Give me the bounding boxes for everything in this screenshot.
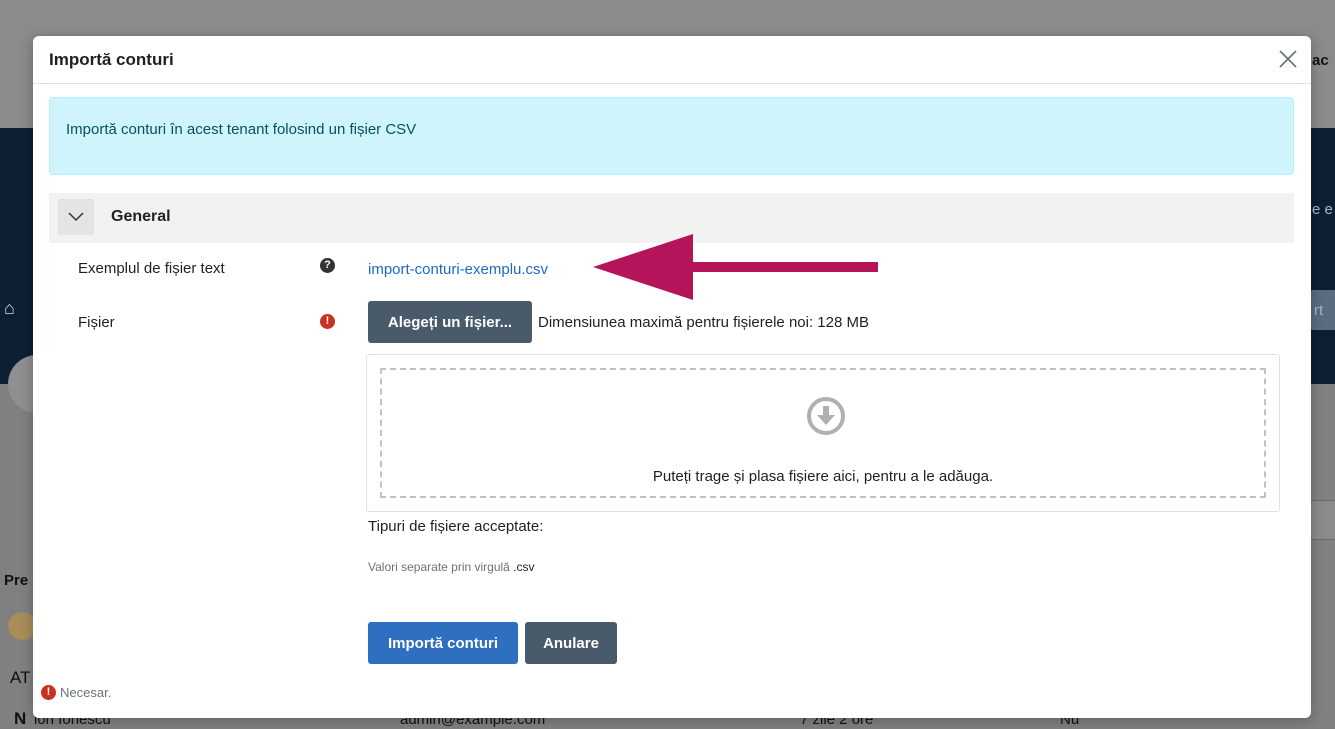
info-alert: Importă conturi în acest tenant folosind… <box>49 97 1294 175</box>
background-row-initials: AT <box>10 668 31 687</box>
sample-file-link[interactable]: import-conturi-exemplu.csv <box>368 261 548 278</box>
import-accounts-modal: Importă conturi Importă conturi în acest… <box>33 36 1311 718</box>
question-circle-icon[interactable]: ? <box>320 258 335 273</box>
background-list-label: Pre <box>4 572 29 589</box>
dropzone-text: Puteți trage și plasa fișiere aici, pent… <box>652 468 994 485</box>
download-circle-icon <box>807 397 845 435</box>
close-button[interactable] <box>1275 46 1301 72</box>
section-title: General <box>111 208 171 225</box>
file-dropzone[interactable]: Puteți trage și plasa fișiere aici, pent… <box>366 354 1280 512</box>
choose-file-button[interactable]: Alegeți un fișier... <box>368 301 532 343</box>
cancel-button[interactable]: Anulare <box>525 622 617 664</box>
background-button: rt <box>1310 290 1335 330</box>
required-note-text: Necesar. <box>60 685 112 700</box>
background-button-text: rt <box>1314 302 1324 319</box>
arrow-left-icon <box>593 234 878 300</box>
sample-file-label: Exemplul de fișier text <box>78 260 225 277</box>
info-message: Importă conturi în acest tenant folosind… <box>66 121 417 138</box>
file-label: Fișier <box>78 314 115 331</box>
chevron-down-icon <box>68 212 84 222</box>
required-note: ! Necesar. <box>41 685 111 700</box>
accepted-type-item: Valori separate prin virgulă .csv <box>368 560 535 574</box>
collapse-toggle-button[interactable] <box>58 199 94 235</box>
modal-header: Importă conturi <box>33 36 1311 84</box>
accepted-type-extension: .csv <box>513 560 535 574</box>
background-hero-text: e e <box>1312 201 1333 218</box>
accepted-types-label: Tipuri de fișiere acceptate: <box>368 518 544 535</box>
home-icon: ⌂ <box>4 298 15 318</box>
background-cell-0: N <box>14 709 27 728</box>
import-accounts-button[interactable]: Importă conturi <box>368 622 518 664</box>
max-file-size-text: Dimensiunea maximă pentru fișierele noi:… <box>538 314 869 331</box>
background-select <box>1310 500 1335 540</box>
exclamation-circle-icon: ! <box>41 685 56 700</box>
modal-title: Importă conturi <box>49 50 174 69</box>
exclamation-circle-icon: ! <box>320 314 335 329</box>
dropzone-area[interactable]: Puteți trage și plasa fișiere aici, pent… <box>380 368 1266 498</box>
background-header-text: ac <box>1312 52 1329 69</box>
close-icon <box>1279 50 1297 68</box>
avatar <box>8 612 36 640</box>
accepted-type-description: Valori separate prin virgulă <box>368 560 510 574</box>
